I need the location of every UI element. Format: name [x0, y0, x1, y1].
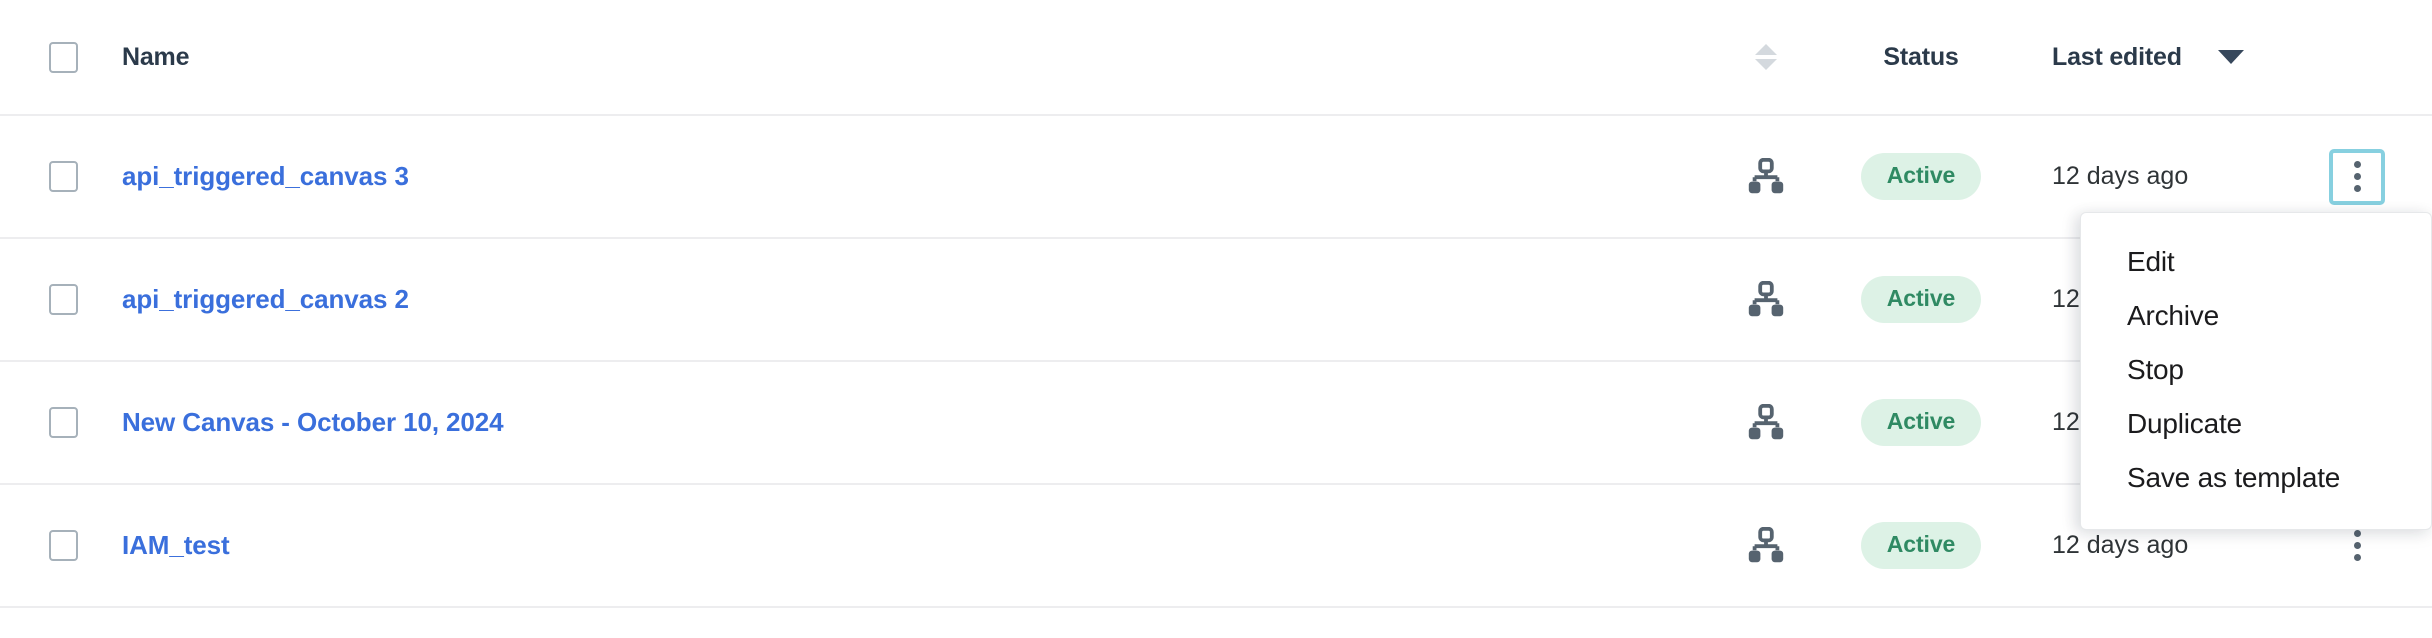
column-header-sort-cell — [1706, 44, 1826, 70]
hierarchy-icon — [1748, 280, 1784, 316]
hierarchy-icon — [1748, 403, 1784, 439]
row-name-cell: api_triggered_canvas 3 — [78, 161, 1706, 192]
kebab-dot — [2353, 161, 2361, 168]
table-row[interactable]: api_triggered_canvas 2 Active 12 days ag… — [0, 239, 2432, 362]
row-select-cell — [0, 407, 78, 438]
hierarchy-icon — [1748, 526, 1784, 562]
row-name-cell: New Canvas - October 10, 2024 — [78, 407, 1706, 438]
row-checkbox[interactable] — [49, 407, 78, 438]
row-last-edited-cell: 12 days ago — [2016, 531, 2282, 560]
row-type-cell — [1706, 280, 1826, 319]
row-status-cell: Active — [1826, 522, 2016, 569]
row-select-cell — [0, 161, 78, 192]
table-row[interactable]: IAM_test Active 12 days ago — [0, 485, 2432, 608]
sort-updown-icon[interactable] — [1755, 44, 1777, 70]
row-select-cell — [0, 530, 78, 561]
menu-item-save-as-template[interactable]: Save as template — [2081, 451, 2431, 505]
select-all-cell — [0, 41, 78, 73]
column-header-last-edited-cell: Last edited — [2016, 43, 2282, 72]
row-name-link[interactable]: New Canvas - October 10, 2024 — [122, 407, 504, 438]
row-last-edited-value: 12 days ago — [2052, 162, 2189, 190]
column-header-name-cell: Name — [78, 43, 1706, 72]
column-header-last-edited[interactable]: Last edited — [2052, 43, 2182, 72]
column-header-status-cell: Status — [1826, 43, 2016, 72]
status-badge: Active — [1860, 153, 1982, 200]
table-header-row: Name Status Last edited — [0, 0, 2432, 116]
sort-ascending-triangle — [1755, 44, 1777, 55]
row-name-link[interactable]: api_triggered_canvas 3 — [122, 161, 409, 192]
sort-descending-triangle — [1755, 59, 1777, 70]
row-status-cell: Active — [1826, 153, 2016, 200]
row-last-edited-value: 12 days ago — [2052, 531, 2189, 559]
status-badge: Active — [1860, 399, 1982, 446]
hierarchy-icon — [1748, 157, 1784, 193]
menu-item-archive[interactable]: Archive — [2081, 289, 2431, 343]
row-type-cell — [1706, 526, 1826, 565]
kebab-dot — [2353, 530, 2361, 537]
kebab-dot — [2353, 554, 2361, 561]
canvas-list-table: Name Status Last edited api_triggered_ca… — [0, 0, 2432, 608]
row-name-link[interactable]: api_triggered_canvas 2 — [122, 284, 409, 315]
row-checkbox[interactable] — [49, 284, 78, 315]
row-name-cell: api_triggered_canvas 2 — [78, 284, 1706, 315]
kebab-dot — [2353, 542, 2361, 549]
row-name-cell: IAM_test — [78, 530, 1706, 561]
row-select-cell — [0, 284, 78, 315]
kebab-menu-icon[interactable] — [2329, 148, 2385, 205]
row-actions-cell — [2282, 148, 2432, 205]
status-badge: Active — [1860, 276, 1982, 323]
chevron-down-icon[interactable] — [2217, 50, 2244, 64]
row-status-cell: Active — [1826, 276, 2016, 323]
menu-item-duplicate[interactable]: Duplicate — [2081, 397, 2431, 451]
table-row[interactable]: New Canvas - October 10, 2024 Active 12 … — [0, 362, 2432, 485]
kebab-dot — [2353, 185, 2361, 192]
menu-item-edit[interactable]: Edit — [2081, 235, 2431, 289]
table-row[interactable]: api_triggered_canvas 3 Active 12 days ag… — [0, 116, 2432, 239]
row-context-menu: Edit Archive Stop Duplicate Save as temp… — [2080, 212, 2432, 530]
status-badge: Active — [1860, 522, 1982, 569]
select-all-checkbox[interactable] — [49, 41, 78, 73]
row-status-cell: Active — [1826, 399, 2016, 446]
row-checkbox[interactable] — [49, 161, 78, 192]
menu-item-stop[interactable]: Stop — [2081, 343, 2431, 397]
column-header-status[interactable]: Status — [1883, 43, 1958, 72]
row-name-link[interactable]: IAM_test — [122, 530, 230, 561]
row-last-edited-cell: 12 days ago — [2016, 162, 2282, 191]
row-type-cell — [1706, 403, 1826, 442]
kebab-dot — [2353, 173, 2361, 180]
row-checkbox[interactable] — [49, 530, 78, 561]
column-header-name[interactable]: Name — [122, 43, 189, 72]
row-type-cell — [1706, 157, 1826, 196]
